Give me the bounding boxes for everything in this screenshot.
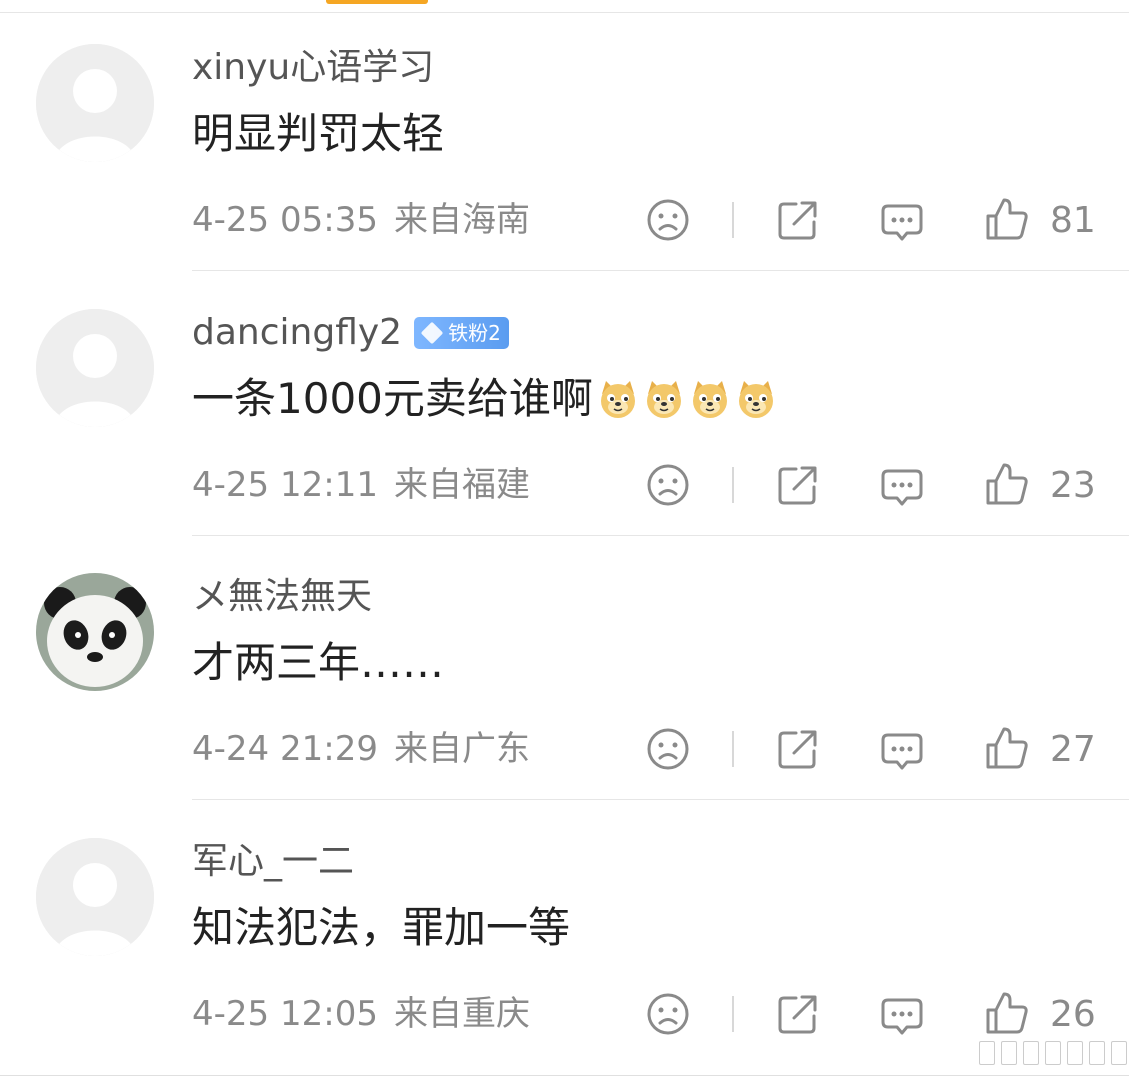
frown-face-icon[interactable] (646, 198, 690, 242)
doge-emoji-icon (689, 378, 731, 420)
watermark-glyphs (979, 1041, 1127, 1065)
frown-face-icon[interactable] (646, 727, 690, 771)
comment-text: 知法犯法，罪加一等 (192, 903, 571, 952)
comment-bubble-icon[interactable] (880, 729, 924, 773)
like-count: 23 (1050, 465, 1096, 506)
doge-emoji-icon (735, 378, 777, 420)
comment-bubble-icon[interactable] (880, 465, 924, 509)
action-separator (732, 202, 734, 238)
comment-bubble-icon[interactable] (880, 200, 924, 244)
share-arrow-icon[interactable] (776, 992, 820, 1036)
comment-item: メ無法無天 才两三年…… 4-24 21:29 来自广东 27 (0, 529, 1129, 800)
doge-emoji-icon (597, 378, 639, 420)
comment-text: 才两三年…… (192, 638, 445, 687)
comment-item: 军心_一二 知法犯法，罪加一等 4-25 12:05 来自重庆 26 (0, 794, 1129, 1058)
comment-location: 来自重庆 (393, 994, 530, 1034)
share-arrow-icon[interactable] (776, 727, 820, 771)
comment-username[interactable]: dancingfly2 铁粉2 (192, 315, 509, 351)
action-separator (732, 996, 734, 1032)
comment-time: 4-25 12:11 (192, 465, 378, 505)
comment-time: 4-25 05:35 (192, 200, 378, 240)
comment-time: 4-25 12:05 (192, 994, 378, 1034)
comment-username[interactable]: メ無法無天 (192, 579, 372, 615)
like-count: 26 (1050, 994, 1096, 1035)
comment-meta: 4-24 21:29 来自广东 (192, 732, 530, 766)
thumbs-up-icon[interactable] (984, 196, 1030, 242)
page-bottom-border (0, 1075, 1129, 1076)
comment-bubble-icon[interactable] (880, 994, 924, 1038)
share-arrow-icon[interactable] (776, 463, 820, 507)
comment-location: 来自海南 (393, 200, 530, 240)
comment-item: dancingfly2 铁粉2 一条1000元卖给谁啊 4-25 12:11 来自… (0, 265, 1129, 536)
panda-avatar[interactable] (36, 573, 154, 691)
default-avatar[interactable] (36, 838, 154, 956)
comment-time: 4-24 21:29 (192, 729, 378, 769)
fan-badge[interactable]: 铁粉2 (414, 317, 509, 349)
frown-face-icon[interactable] (646, 992, 690, 1036)
comment-username[interactable]: 军心_一二 (192, 844, 354, 880)
default-avatar[interactable] (36, 44, 154, 162)
comment-location: 来自广东 (393, 729, 530, 769)
doge-emoji-icon (643, 378, 685, 420)
default-avatar[interactable] (36, 309, 154, 427)
comment-username[interactable]: xinyu心语学习 (192, 50, 434, 86)
comment-location: 来自福建 (393, 465, 530, 505)
comment-text: 一条1000元卖给谁啊 (192, 378, 777, 420)
thumbs-up-icon[interactable] (984, 990, 1030, 1036)
comment-meta: 4-25 12:11 来自福建 (192, 468, 530, 502)
comment-text: 明显判罚太轻 (192, 109, 445, 158)
thumbs-up-icon[interactable] (984, 461, 1030, 507)
share-arrow-icon[interactable] (776, 198, 820, 242)
like-count: 27 (1050, 729, 1096, 770)
action-separator (732, 467, 734, 503)
comment-meta: 4-25 05:35 来自海南 (192, 203, 530, 237)
thumbs-up-icon[interactable] (984, 725, 1030, 771)
comment-item: xinyu心语学习 明显判罚太轻 4-25 05:35 来自海南 81 (0, 0, 1129, 271)
comment-meta: 4-25 12:05 来自重庆 (192, 997, 530, 1031)
frown-face-icon[interactable] (646, 463, 690, 507)
diamond-icon (420, 321, 444, 345)
action-separator (732, 731, 734, 767)
like-count: 81 (1050, 200, 1096, 241)
